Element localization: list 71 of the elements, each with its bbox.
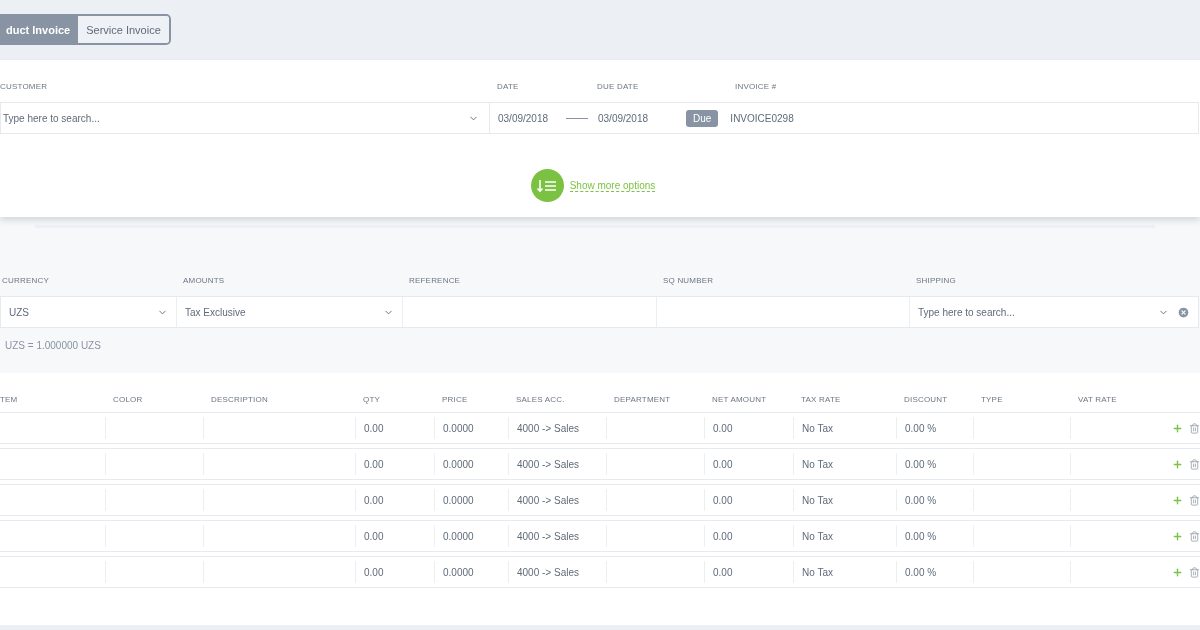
invoice-type-tab[interactable]: duct Invoice (0, 16, 79, 43)
column-header: VAT RATE (1077, 395, 1118, 406)
table-cell[interactable]: No Tax (793, 453, 896, 475)
table-cell[interactable]: 0.00 (704, 525, 793, 547)
table-cell[interactable]: No Tax (793, 525, 896, 547)
delete-icon[interactable] (1189, 530, 1200, 542)
column-header: COLOR (112, 395, 144, 406)
delete-icon[interactable] (1189, 458, 1200, 470)
placeholder-text: Type here to search... (3, 112, 100, 124)
column-header: DEPARTMENT (613, 395, 672, 406)
add-row-button[interactable] (1172, 458, 1183, 470)
field-label: CUSTOMER (0, 82, 49, 93)
table-cell[interactable]: 0.00 (704, 489, 793, 511)
table-cell[interactable]: 0.0000 (434, 417, 508, 439)
table-cell[interactable]: 0.00 (355, 453, 434, 475)
column-header: TYPE (980, 395, 1004, 406)
field-label: AMOUNTS (182, 276, 226, 287)
column-header: DISCOUNT (903, 395, 949, 406)
table-cell[interactable]: 0.00 % (896, 417, 973, 439)
table-cell[interactable]: No Tax (793, 489, 896, 511)
field-label: SHIPPING (915, 276, 957, 287)
exchange-rate-text: UZS = 1.000000 UZS (4, 340, 102, 351)
table-cell[interactable]: 4000 -> Sales (508, 561, 606, 583)
field-label: CURRENCY (1, 276, 50, 287)
table-cell[interactable]: 0.00 (704, 561, 793, 583)
column-header: TAX RATE (800, 395, 842, 406)
column-header: QTY (362, 395, 382, 406)
due-badge: Due (686, 109, 719, 127)
table-cell[interactable]: 0.0000 (434, 453, 508, 475)
table-cell[interactable]: 0.0000 (434, 525, 508, 547)
table-cell[interactable]: 0.00 % (896, 561, 973, 583)
invoice-number-field[interactable]: INVOICE0298 (730, 112, 794, 124)
table-cell[interactable]: 0.00 (355, 417, 434, 439)
table-cell[interactable]: 0.00 (355, 561, 434, 583)
table-cell[interactable]: 0.00 (355, 525, 434, 547)
field-label: INVOICE # (735, 82, 778, 93)
delete-icon[interactable] (1189, 422, 1200, 434)
add-row-button[interactable] (1172, 422, 1183, 434)
delete-icon[interactable] (1189, 494, 1200, 506)
table-cell[interactable]: 0.00 (704, 417, 793, 439)
date-field[interactable]: 03/09/2018 (498, 112, 558, 124)
column-header: PRICE (441, 395, 469, 406)
table-cell[interactable]: 0.00 % (896, 489, 973, 511)
column-header: TEM (0, 395, 19, 406)
column-header: SALES ACC. (515, 395, 566, 406)
customer-search-field[interactable]: Type here to search... (1, 103, 490, 133)
table-cell[interactable]: 0.0000 (434, 561, 508, 583)
field-label: DUE DATE (597, 82, 640, 93)
table-cell[interactable]: 0.00 % (896, 453, 973, 475)
field-label: REFERENCE (408, 276, 462, 287)
add-row-button[interactable] (1172, 530, 1183, 542)
table-cell[interactable]: 4000 -> Sales (508, 453, 606, 475)
sort-list-icon (537, 178, 558, 193)
field-label: DATE (497, 82, 520, 93)
table-cell[interactable]: 4000 -> Sales (508, 489, 606, 511)
show-more-button[interactable] (530, 169, 564, 202)
table-cell[interactable]: No Tax (793, 561, 896, 583)
table-cell[interactable]: 0.0000 (434, 489, 508, 511)
field-label: SQ NUMBER (662, 276, 715, 287)
table-cell[interactable]: No Tax (793, 417, 896, 439)
table-cell[interactable]: 0.00 % (896, 525, 973, 547)
add-row-button[interactable] (1172, 566, 1183, 578)
table-cell[interactable]: 0.00 (355, 489, 434, 511)
column-header: DESCRIPTION (210, 395, 269, 406)
due-date-field[interactable]: 03/09/2018 (598, 112, 658, 124)
table-cell[interactable]: 4000 -> Sales (508, 417, 606, 439)
add-row-button[interactable] (1172, 494, 1183, 506)
table-cell[interactable]: 0.00 (704, 453, 793, 475)
delete-icon[interactable] (1189, 566, 1200, 578)
table-cell[interactable]: 4000 -> Sales (508, 525, 606, 547)
column-header: NET AMOUNT (711, 395, 768, 406)
